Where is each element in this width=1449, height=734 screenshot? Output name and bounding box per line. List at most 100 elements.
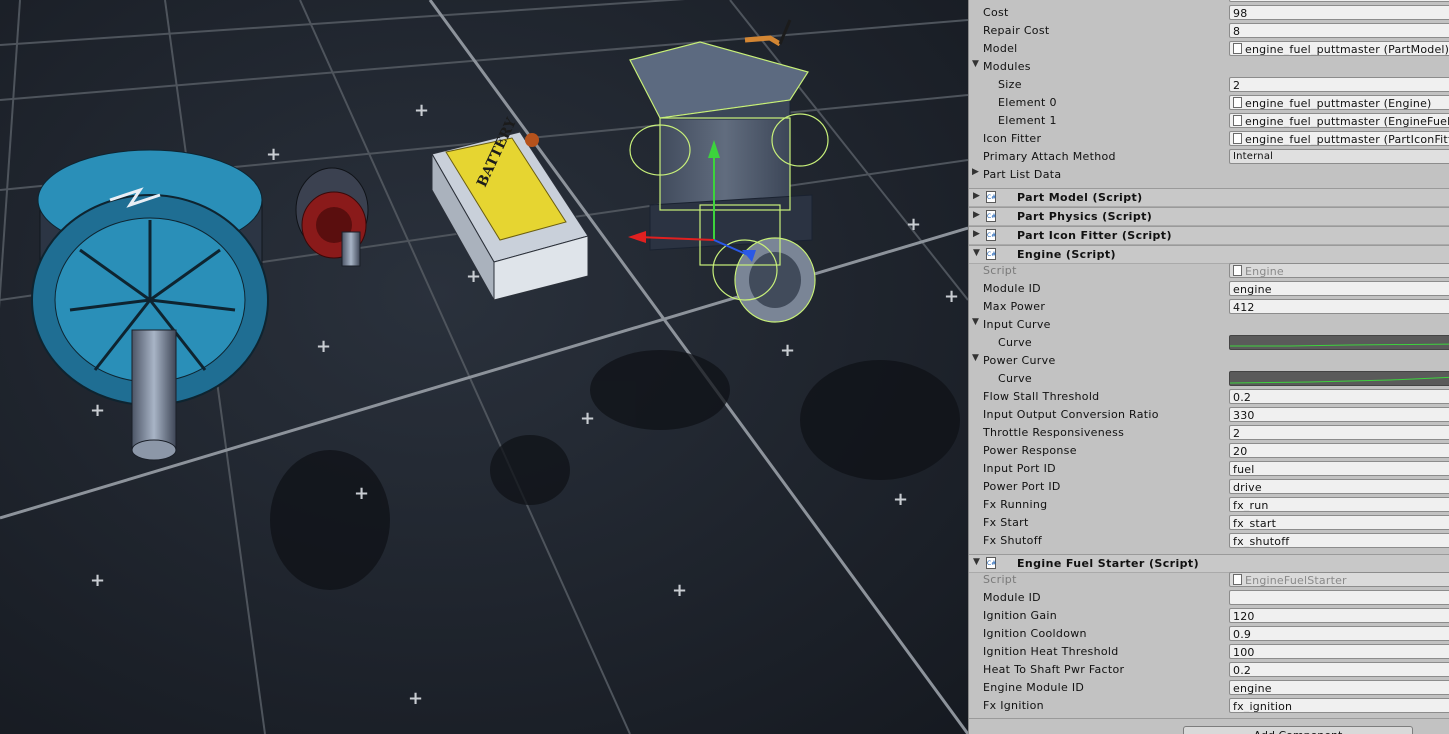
ignition-gain-input[interactable]: 120 (1229, 608, 1449, 623)
field-icon-fitter: Icon Fitter engine_fuel_puttmaster (Part… (969, 130, 1449, 148)
field-engine-script: Script Engine (969, 262, 1449, 280)
collapsed-triangle-icon[interactable]: ▶ (973, 210, 980, 220)
collapsed-triangle-icon[interactable]: ▶ (972, 167, 979, 177)
expanded-triangle-icon[interactable]: ▼ (972, 317, 979, 327)
expanded-triangle-icon[interactable]: ▼ (972, 353, 979, 363)
field-io-conversion-ratio: Input Output Conversion Ratio 330 (969, 406, 1449, 424)
field-label: Element 0 (998, 96, 1057, 109)
heat-to-shaft-factor-input[interactable]: 0.2 (1229, 662, 1449, 677)
field-label: Heat To Shaft Pwr Factor (983, 663, 1125, 676)
scene-viewport[interactable]: +++ +++ +++ +++ +++ (0, 0, 968, 734)
ignition-heat-threshold-input[interactable]: 100 (1229, 644, 1449, 659)
component-header-part-physics[interactable]: ▶ C# Part Physics (Script) (969, 207, 1449, 226)
power-response-input[interactable]: 20 (1229, 443, 1449, 458)
starter-script-field: EngineFuelStarter (1229, 572, 1449, 587)
scene-canvas[interactable]: +++ +++ +++ +++ +++ (0, 0, 968, 734)
modules-label: Modules (983, 60, 1031, 73)
component-title: Engine Fuel Starter (Script) (1017, 557, 1199, 570)
modules-size-input[interactable]: 2 (1229, 77, 1449, 92)
expanded-triangle-icon[interactable]: ▼ (972, 59, 979, 69)
field-label: Ignition Heat Threshold (983, 645, 1119, 658)
field-label: Power Port ID (983, 480, 1061, 493)
element-0-object-field[interactable]: engine_fuel_puttmaster (Engine) (1229, 95, 1449, 110)
field-power-port-id: Power Port ID drive (969, 478, 1449, 496)
svg-text:+: + (266, 144, 281, 165)
field-fx-ignition: Fx Ignition fx_ignition (969, 697, 1449, 715)
field-heat-to-shaft-factor: Heat To Shaft Pwr Factor 0.2 (969, 661, 1449, 679)
part-list-data-foldout[interactable]: ▶ Part List Data (969, 166, 1449, 184)
field-label: Fx Running (983, 498, 1048, 511)
field-ignition-gain: Ignition Gain 120 (969, 607, 1449, 625)
power-port-id-input[interactable]: drive (1229, 479, 1449, 494)
modules-foldout[interactable]: ▼ Modules (969, 58, 1449, 76)
svg-text:+: + (672, 580, 687, 601)
input-port-id-input[interactable]: fuel (1229, 461, 1449, 476)
field-modules-size: Size 2 (969, 76, 1449, 94)
icon-fitter-object-field[interactable]: engine_fuel_puttmaster (PartIconFitter) (1229, 131, 1449, 146)
field-label: Model (983, 42, 1018, 55)
field-label: Repair Cost (983, 24, 1050, 37)
field-label: Module ID (983, 282, 1041, 295)
script-icon: C# (986, 557, 996, 569)
collapsed-triangle-icon[interactable]: ▶ (973, 191, 980, 201)
inspector-divider (969, 718, 1449, 719)
script-icon: C# (986, 191, 996, 203)
field-label: Icon Fitter (983, 132, 1042, 145)
component-title: Part Model (Script) (1017, 191, 1143, 204)
component-title: Part Icon Fitter (Script) (1017, 229, 1172, 242)
add-component-button[interactable]: Add Component (1183, 726, 1413, 734)
fx-shutoff-input[interactable]: fx_shutoff (1229, 533, 1449, 548)
field-cost: Cost 98 (969, 4, 1449, 22)
field-power-curve: Curve (969, 370, 1449, 388)
starter-module-id-input[interactable] (1229, 590, 1449, 605)
power-curve-label: Power Curve (983, 354, 1056, 367)
input-curve-label: Input Curve (983, 318, 1051, 331)
primary-attach-dropdown[interactable]: Internal (1229, 149, 1449, 164)
field-throttle-responsiveness: Throttle Responsiveness 2 (969, 424, 1449, 442)
power-curve-foldout[interactable]: ▼ Power Curve (969, 352, 1449, 370)
flow-stall-threshold-input[interactable]: 0.2 (1229, 389, 1449, 404)
partial-field-value[interactable] (1229, 0, 1449, 2)
component-header-part-model[interactable]: ▶ C# Part Model (Script) (969, 188, 1449, 207)
power-curve-field[interactable] (1229, 371, 1449, 386)
expanded-triangle-icon[interactable]: ▼ (973, 248, 980, 258)
field-starter-module-id: Module ID (969, 589, 1449, 607)
fx-ignition-input[interactable]: fx_ignition (1229, 698, 1449, 713)
engine-module-id-input[interactable]: engine (1229, 680, 1449, 695)
field-ignition-heat-threshold: Ignition Heat Threshold 100 (969, 643, 1449, 661)
field-label: Fx Ignition (983, 699, 1044, 712)
cost-input[interactable]: 98 (1229, 5, 1449, 20)
field-label: Primary Attach Method (983, 150, 1116, 163)
module-id-input[interactable]: engine (1229, 281, 1449, 296)
field-label: Fx Shutoff (983, 534, 1043, 547)
input-curve-foldout[interactable]: ▼ Input Curve (969, 316, 1449, 334)
field-label: Curve (998, 372, 1032, 385)
field-element-1: Element 1 engine_fuel_puttmaster (Engine… (969, 112, 1449, 130)
collapsed-triangle-icon[interactable]: ▶ (973, 229, 980, 239)
svg-text:+: + (580, 408, 595, 429)
max-power-input[interactable]: 412 (1229, 299, 1449, 314)
field-label: Throttle Responsiveness (983, 426, 1125, 439)
fx-running-input[interactable]: fx_run (1229, 497, 1449, 512)
ignition-cooldown-input[interactable]: 0.9 (1229, 626, 1449, 641)
field-label: Power Response (983, 444, 1077, 457)
field-label: Engine Module ID (983, 681, 1085, 694)
field-label: Curve (998, 336, 1032, 349)
input-curve-field[interactable] (1229, 335, 1449, 350)
field-input-curve: Curve (969, 334, 1449, 352)
fx-start-input[interactable]: fx_start (1229, 515, 1449, 530)
svg-text:+: + (906, 214, 921, 235)
component-header-part-icon-fitter[interactable]: ▶ C# Part Icon Fitter (Script) (969, 226, 1449, 245)
field-fx-shutoff: Fx Shutoff fx_shutoff (969, 532, 1449, 550)
model-object-field[interactable]: engine_fuel_puttmaster (PartModel) (1229, 41, 1449, 56)
field-label: Script (983, 264, 1017, 277)
repair-cost-input[interactable]: 8 (1229, 23, 1449, 38)
field-label: Fx Start (983, 516, 1029, 529)
expanded-triangle-icon[interactable]: ▼ (973, 557, 980, 567)
field-max-power: Max Power 412 (969, 298, 1449, 316)
field-flow-stall-threshold: Flow Stall Threshold 0.2 (969, 388, 1449, 406)
element-1-object-field[interactable]: engine_fuel_puttmaster (EngineFuelStarte… (1229, 113, 1449, 128)
io-conversion-ratio-input[interactable]: 330 (1229, 407, 1449, 422)
throttle-responsiveness-input[interactable]: 2 (1229, 425, 1449, 440)
part-list-data-label: Part List Data (983, 168, 1062, 181)
